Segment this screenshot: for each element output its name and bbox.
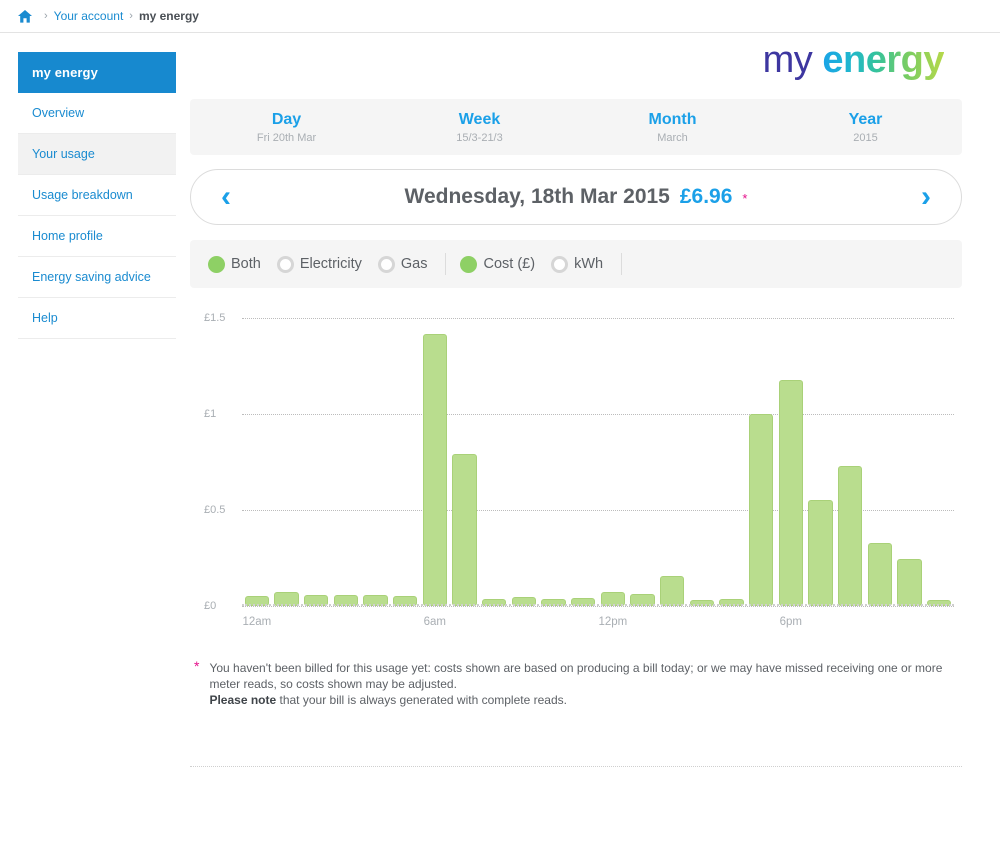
gridline-0 <box>242 606 954 607</box>
sidebar-item-home-profile[interactable]: Home profile <box>18 216 176 257</box>
usage-chart: £0 £0.5 £1 £1.5 12am 6am 12pm 6pm <box>190 310 962 650</box>
date-summary: Wednesday, 18th Mar 2015 £6.96 * <box>404 185 748 208</box>
y-tick-label: £1.5 <box>204 312 226 324</box>
my-energy-page: › Your account › my energy my energy my … <box>0 0 1000 843</box>
filter-divider-1 <box>445 253 447 275</box>
radio-cost-label: Cost (£) <box>483 256 536 272</box>
tab-day-label: Day <box>271 110 302 128</box>
date-navigation-bar: ‹ Wednesday, 18th Mar 2015 £6.96 * › <box>190 169 962 225</box>
x-tick-label: 6pm <box>779 616 803 628</box>
tab-week-label: Week <box>458 110 501 128</box>
chart-bar[interactable] <box>778 380 803 606</box>
unit-radio-group: Cost (£) kWh <box>460 255 619 273</box>
radio-electricity-label: Electricity <box>299 256 362 272</box>
sidebar-item-overview[interactable]: Overview <box>18 93 176 134</box>
footnote-line-1: You haven't been billed for this usage y… <box>209 661 943 691</box>
sidebar-item-usage-breakdown[interactable]: Usage breakdown <box>18 175 176 216</box>
tab-year-label: Year <box>848 110 883 128</box>
filter-divider-2 <box>621 253 623 275</box>
tab-day[interactable]: Day Fri 20th Mar <box>190 99 383 155</box>
chart-bar[interactable] <box>867 542 892 606</box>
billing-footnote: * You haven't been billed for this usage… <box>190 658 962 708</box>
radio-electricity[interactable]: Electricity <box>276 255 362 273</box>
selected-date-cost: £6.96 <box>679 185 733 208</box>
tab-month-sublabel: March <box>657 131 688 144</box>
chart-plot-area: £0 £0.5 £1 £1.5 <box>204 312 954 612</box>
period-tabs: Day Fri 20th Mar Week 15/3-21/3 Month Ma… <box>190 99 962 155</box>
chart-bars <box>242 318 954 606</box>
chart-bar[interactable] <box>660 576 685 606</box>
radio-both[interactable]: Both <box>208 255 261 273</box>
chart-bar[interactable] <box>452 454 477 606</box>
footnote-please-note: Please note <box>209 693 277 707</box>
x-tick-label: 12pm <box>598 616 628 628</box>
tab-year-sublabel: 2015 <box>853 131 878 144</box>
chevron-right-icon[interactable]: › <box>913 182 939 212</box>
home-icon[interactable] <box>18 9 32 23</box>
chart-bar[interactable] <box>808 500 833 606</box>
radio-gas-dot <box>377 255 395 273</box>
footnote-line-2: that your bill is always generated with … <box>276 693 567 707</box>
tab-week-sublabel: 15/3-21/3 <box>456 131 503 144</box>
chart-bar[interactable] <box>897 558 922 606</box>
sidebar: my energy Overview Your usage Usage brea… <box>18 52 176 339</box>
breadcrumb-separator-2: › <box>129 10 133 22</box>
radio-gas-label: Gas <box>400 256 428 272</box>
sidebar-item-energy-saving-advice[interactable]: Energy saving advice <box>18 257 176 298</box>
tab-day-sublabel: Fri 20th Mar <box>256 131 317 144</box>
main-content: Day Fri 20th Mar Week 15/3-21/3 Month Ma… <box>190 52 962 767</box>
footnote-asterisk: * <box>194 658 200 674</box>
selected-date: Wednesday, 18th Mar 2015 <box>404 185 670 208</box>
chart-filters: Both Electricity Gas Cost (£) kWh <box>190 240 962 288</box>
sidebar-header: my energy <box>18 52 176 93</box>
x-tick-label: 6am <box>423 616 447 628</box>
chart-bar[interactable] <box>749 414 774 606</box>
breadcrumb-separator-1: › <box>44 10 48 22</box>
radio-gas[interactable]: Gas <box>377 255 428 273</box>
chart-x-axis <box>242 604 954 606</box>
radio-cost[interactable]: Cost (£) <box>460 255 536 273</box>
tab-month-label: Month <box>648 110 697 128</box>
chevron-left-icon[interactable]: ‹ <box>213 182 239 212</box>
tab-month[interactable]: Month March <box>576 99 769 155</box>
radio-kwh[interactable]: kWh <box>551 255 604 273</box>
breadcrumb: › Your account › my energy <box>0 0 1000 33</box>
y-tick-label: £0 <box>204 600 217 612</box>
y-tick-label: £0.5 <box>204 504 226 516</box>
chart-bar[interactable] <box>422 334 447 606</box>
sidebar-item-help[interactable]: Help <box>18 298 176 339</box>
tab-week[interactable]: Week 15/3-21/3 <box>383 99 576 155</box>
chart-bar[interactable] <box>838 465 863 606</box>
x-tick-label: 12am <box>242 616 272 628</box>
breadcrumb-item-my-energy: my energy <box>138 9 199 23</box>
radio-cost-dot <box>460 255 478 273</box>
radio-electricity-dot <box>276 255 294 273</box>
bottom-divider <box>190 766 962 767</box>
radio-kwh-label: kWh <box>574 256 604 272</box>
radio-both-dot <box>208 255 225 273</box>
sidebar-item-your-usage[interactable]: Your usage <box>18 134 176 175</box>
radio-kwh-dot <box>551 255 569 273</box>
y-tick-label: £1 <box>204 408 217 420</box>
tab-year[interactable]: Year 2015 <box>769 99 962 155</box>
radio-both-label: Both <box>231 256 261 272</box>
fuel-radio-group: Both Electricity Gas <box>208 255 443 273</box>
breadcrumb-item-your-account[interactable]: Your account <box>54 9 124 23</box>
